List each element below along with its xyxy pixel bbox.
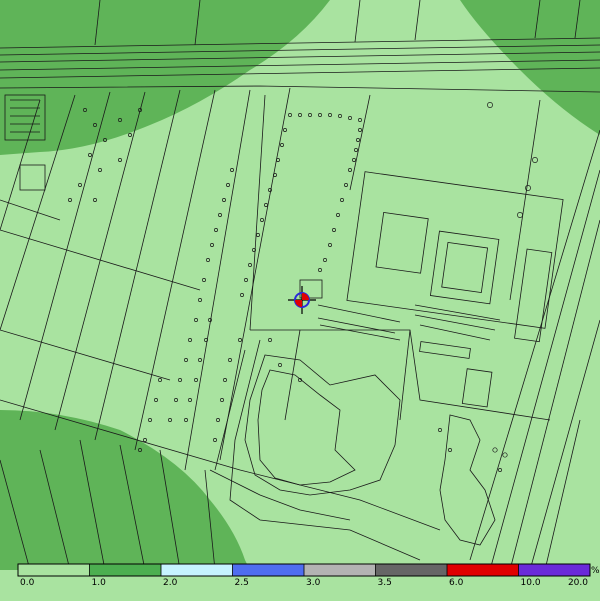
site-map[interactable] [0,0,600,601]
